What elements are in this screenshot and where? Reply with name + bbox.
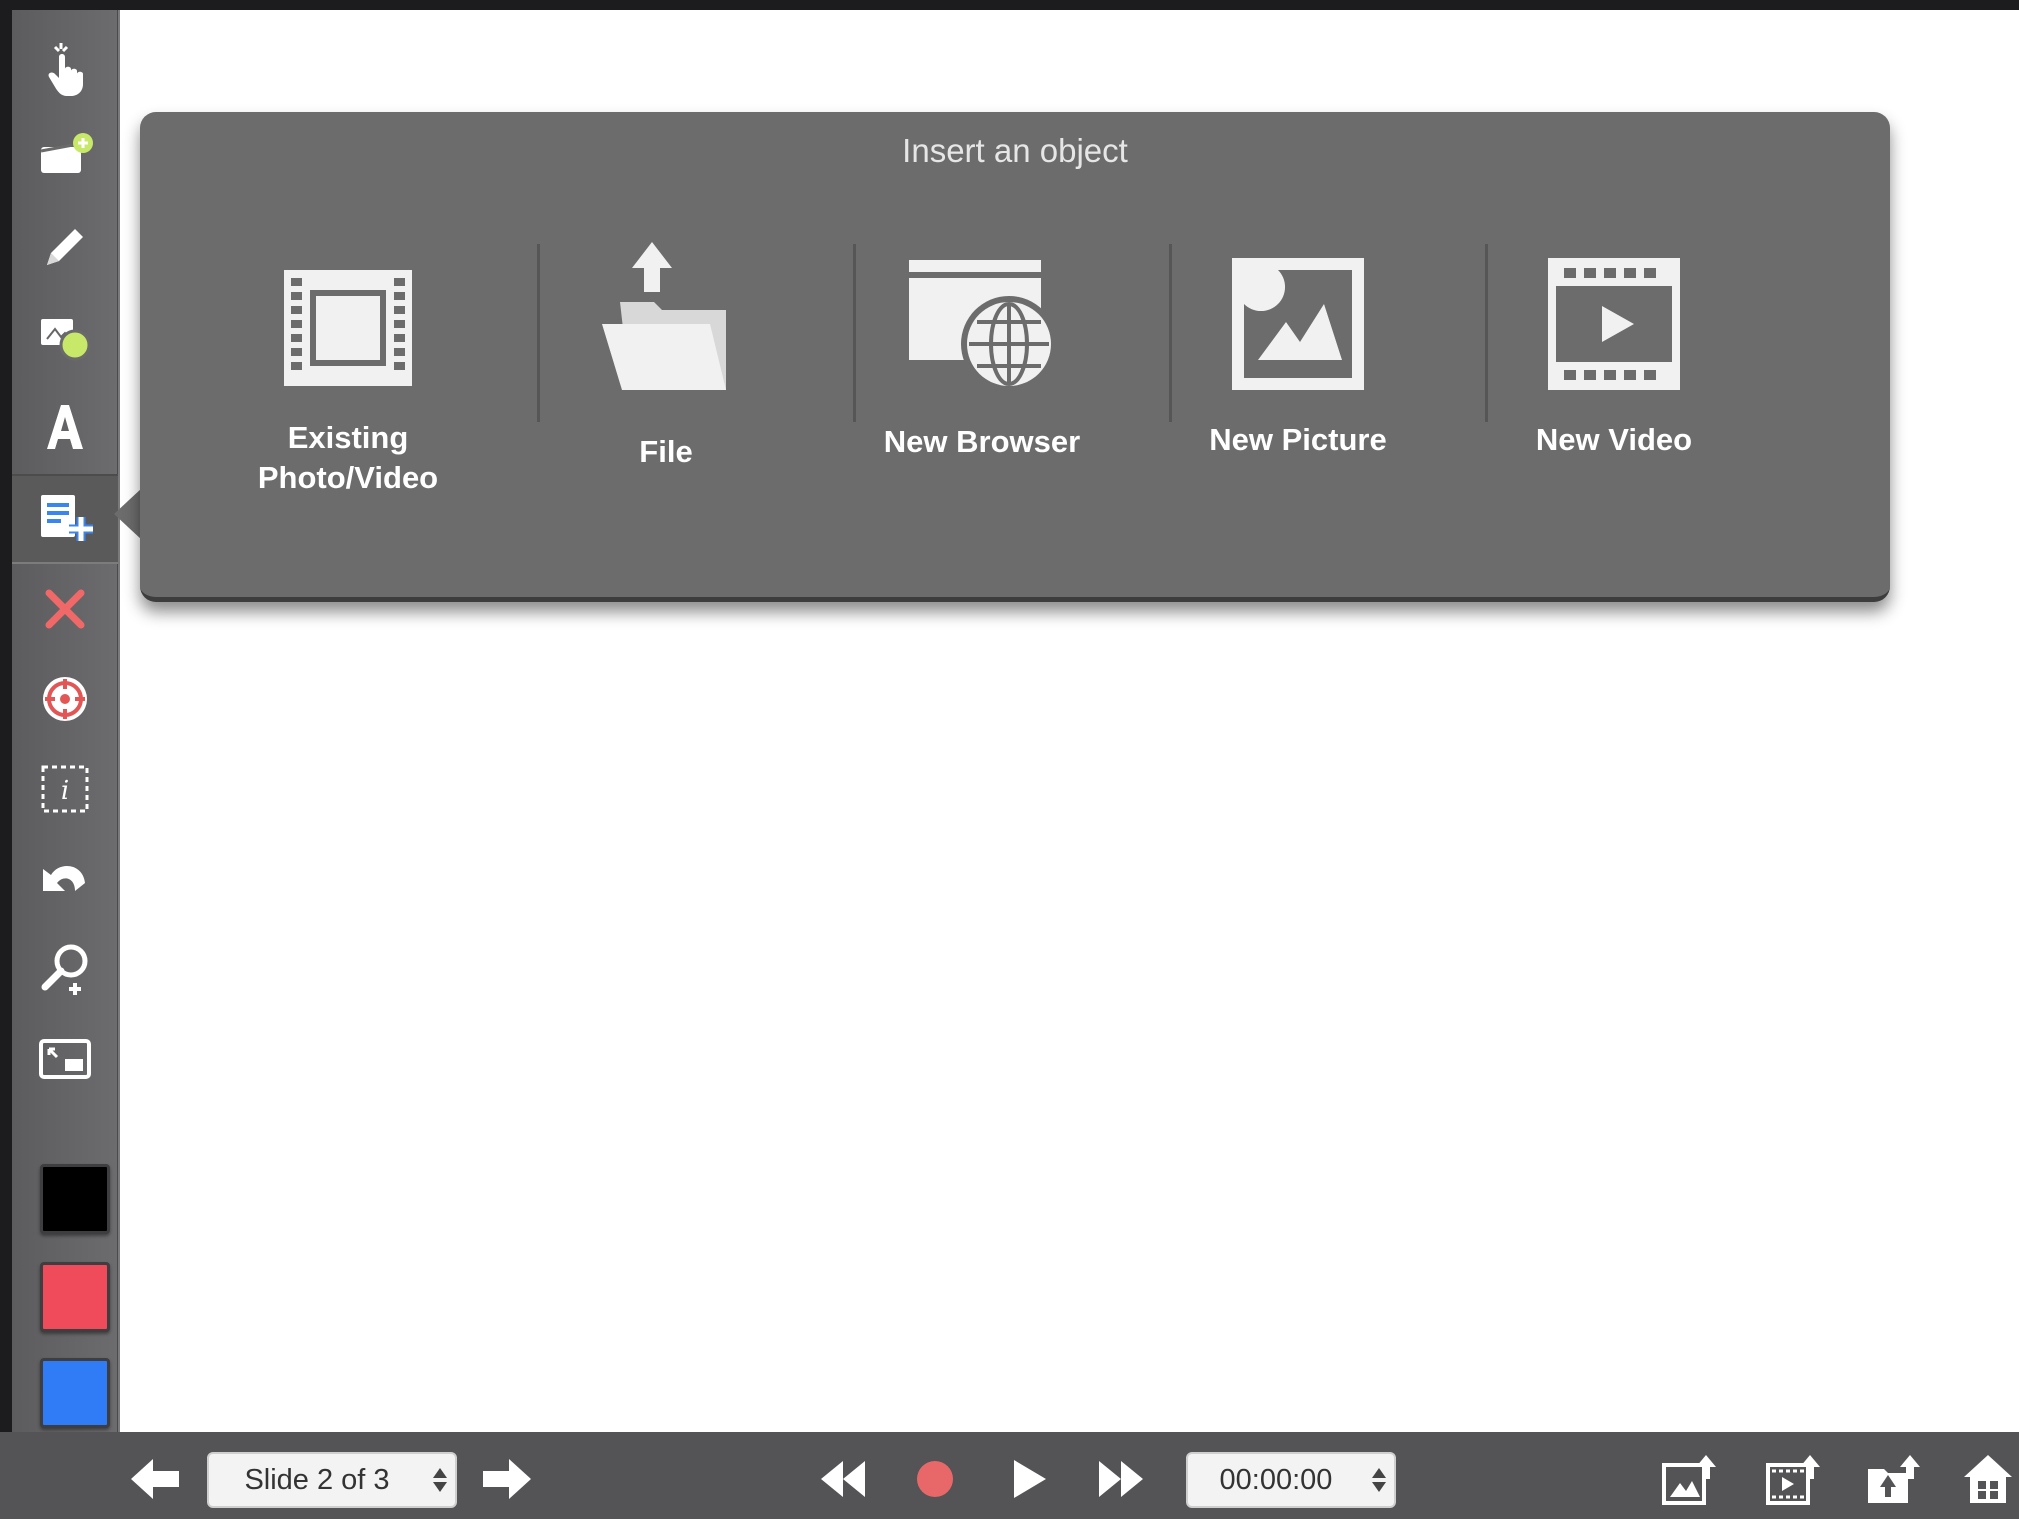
color-swatch-blue[interactable]: [40, 1358, 110, 1428]
stepper-arrows-icon[interactable]: [425, 1468, 455, 1492]
film-strip-icon: [282, 222, 414, 392]
option-label: New Picture: [1209, 422, 1387, 457]
next-slide-button[interactable]: [480, 1454, 534, 1504]
new-video-option[interactable]: New Video: [1456, 222, 1772, 522]
folder-upload-icon: [600, 222, 732, 392]
color-swatch-red[interactable]: [40, 1262, 110, 1332]
color-swatch-black[interactable]: [40, 1164, 110, 1234]
play-icon: [1014, 1460, 1046, 1498]
previous-slide-button[interactable]: [128, 1454, 182, 1504]
fast-forward-icon: [1099, 1461, 1143, 1497]
record-button[interactable]: [912, 1456, 958, 1502]
fit-screen-icon[interactable]: [12, 1016, 118, 1102]
app-window: i Insert an object Existing Photo/Video …: [0, 0, 2019, 1519]
home-icon: [1964, 1455, 2012, 1503]
shapes-icon[interactable]: [12, 294, 118, 380]
existing-photo-video-option[interactable]: Existing Photo/Video: [190, 222, 506, 522]
popover-title: Insert an object: [902, 132, 1128, 169]
export-file-icon: [1868, 1455, 1920, 1503]
option-label: Existing Photo/Video: [257, 420, 439, 495]
add-slide-icon[interactable]: [12, 114, 118, 200]
svg-text:i: i: [61, 776, 69, 806]
export-video-button[interactable]: [1764, 1452, 1824, 1506]
pointer-hand-icon[interactable]: [12, 24, 118, 110]
pencil-icon[interactable]: [12, 204, 118, 290]
export-image-icon: [1662, 1455, 1716, 1505]
arrow-right-icon: [483, 1459, 531, 1499]
browser-globe-icon: [907, 222, 1057, 392]
zoom-in-icon[interactable]: [12, 926, 118, 1012]
time-stepper[interactable]: 00:00:00: [1186, 1452, 1396, 1508]
fast-forward-button[interactable]: [1096, 1456, 1146, 1502]
home-button[interactable]: [1958, 1452, 2018, 1506]
target-icon[interactable]: [12, 656, 118, 742]
record-icon: [917, 1461, 953, 1497]
option-label: New Browser: [883, 424, 1081, 459]
arrow-left-icon: [131, 1459, 179, 1499]
slide-indicator-text: Slide 2 of 3: [244, 1463, 390, 1496]
delete-icon[interactable]: [12, 566, 118, 652]
info-box-icon[interactable]: i: [12, 746, 118, 832]
slide-selector[interactable]: Slide 2 of 3: [207, 1452, 457, 1508]
file-option[interactable]: File: [508, 222, 824, 522]
option-label: New Video: [1535, 422, 1693, 457]
rewind-icon: [821, 1461, 865, 1497]
text-icon[interactable]: [12, 384, 118, 470]
export-image-button[interactable]: [1660, 1452, 1720, 1506]
play-button[interactable]: [1006, 1456, 1052, 1502]
new-browser-option[interactable]: New Browser: [824, 222, 1140, 522]
export-file-button[interactable]: [1864, 1452, 1924, 1506]
export-video-icon: [1766, 1455, 1820, 1505]
option-label: File: [639, 434, 693, 469]
stepper-arrows-icon[interactable]: [1364, 1468, 1394, 1492]
picture-icon: [1230, 222, 1366, 392]
popover-arrow: [114, 488, 142, 540]
left-toolbar: i: [12, 10, 120, 1432]
insert-object-popover: Insert an object Existing Photo/Video Fi…: [140, 112, 1890, 602]
rewind-button[interactable]: [818, 1456, 868, 1502]
insert-object-icon[interactable]: [12, 474, 118, 564]
undo-icon[interactable]: [12, 836, 118, 922]
video-icon: [1546, 222, 1682, 392]
new-picture-option[interactable]: New Picture: [1140, 222, 1456, 522]
time-text: 00:00:00: [1219, 1463, 1333, 1496]
